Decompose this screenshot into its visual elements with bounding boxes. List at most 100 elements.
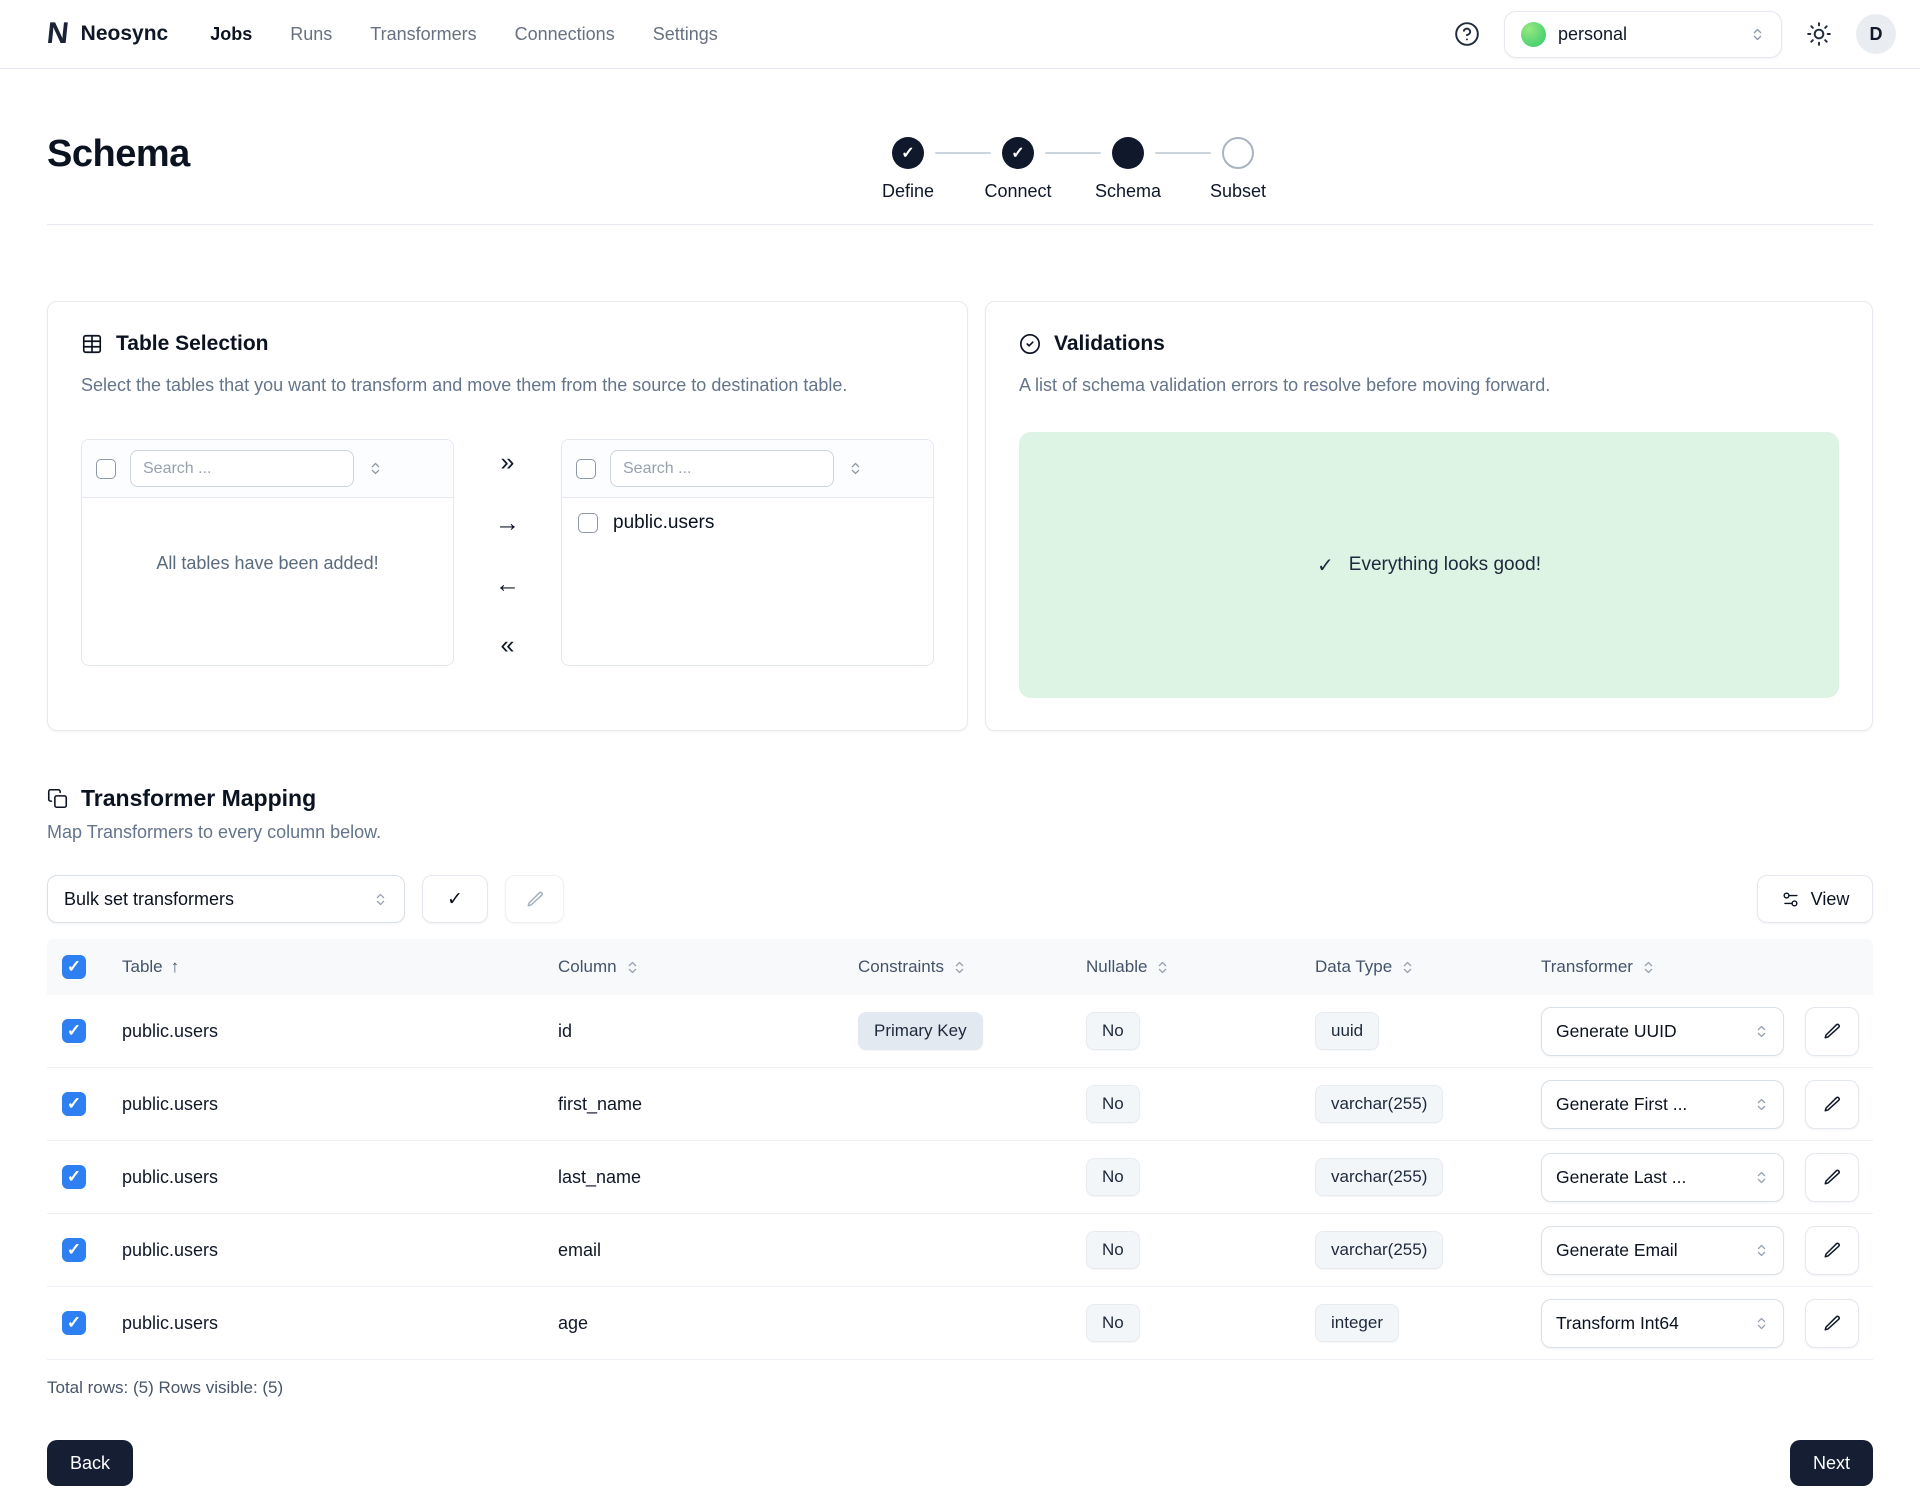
card-description: A list of schema validation errors to re… bbox=[1019, 372, 1839, 399]
nav-item-connections[interactable]: Connections bbox=[515, 24, 615, 45]
edit-transformer-button[interactable] bbox=[1805, 1226, 1859, 1275]
theme-toggle-sun-icon[interactable] bbox=[1806, 21, 1832, 47]
sort-toggle-icon bbox=[1155, 960, 1170, 975]
job-stepper: Define Connect Schema Subset bbox=[892, 137, 1254, 202]
view-button[interactable]: View bbox=[1757, 875, 1873, 923]
account-label: personal bbox=[1558, 24, 1738, 45]
destination-search-input[interactable] bbox=[610, 450, 834, 487]
card-title: Validations bbox=[1054, 332, 1165, 356]
step-current-icon bbox=[1112, 137, 1144, 169]
pencil-icon bbox=[1823, 1022, 1841, 1040]
brand: N Neosync bbox=[47, 19, 168, 49]
account-selector[interactable]: personal bbox=[1504, 11, 1782, 58]
sort-icon[interactable] bbox=[848, 461, 863, 476]
chevrons-up-down-icon bbox=[1750, 27, 1765, 42]
top-navigation-bar: N Neosync Jobs Runs Transformers Connect… bbox=[0, 0, 1920, 69]
help-icon[interactable] bbox=[1454, 21, 1480, 47]
source-search-input[interactable] bbox=[130, 450, 354, 487]
step-define[interactable]: Define bbox=[892, 137, 924, 202]
chevrons-up-down-icon bbox=[1754, 1097, 1769, 1112]
chevrons-up-down-icon bbox=[1754, 1024, 1769, 1039]
edit-transformer-button[interactable] bbox=[1805, 1153, 1859, 1202]
table-header-row: Table ↑ Column Constraints Nullable Data… bbox=[47, 939, 1873, 995]
next-button[interactable]: Next bbox=[1790, 1440, 1873, 1486]
item-checkbox[interactable] bbox=[578, 513, 598, 533]
bulk-apply-button[interactable]: ✓ bbox=[422, 875, 488, 923]
move-all-right-button[interactable]: » bbox=[501, 445, 515, 479]
row-checkbox[interactable] bbox=[62, 1019, 86, 1043]
transformer-select[interactable]: Generate First ... bbox=[1541, 1080, 1784, 1129]
column-header-table[interactable]: Table ↑ bbox=[109, 957, 545, 977]
edit-transformer-button[interactable] bbox=[1805, 1007, 1859, 1056]
bulk-set-transformers-select[interactable]: Bulk set transformers bbox=[47, 875, 405, 923]
sort-icon[interactable] bbox=[368, 461, 383, 476]
cell-table: public.users bbox=[122, 1240, 218, 1261]
section-title: Transformer Mapping bbox=[81, 785, 316, 812]
step-complete-icon bbox=[892, 137, 924, 169]
section-subtitle: Map Transformers to every column below. bbox=[47, 822, 1873, 843]
column-header-constraints[interactable]: Constraints bbox=[845, 957, 1073, 977]
move-right-button[interactable]: → bbox=[495, 506, 520, 540]
move-all-left-button[interactable]: « bbox=[501, 628, 515, 662]
sliders-icon bbox=[1781, 890, 1800, 909]
nullable-badge: No bbox=[1086, 1012, 1140, 1050]
column-header-nullable[interactable]: Nullable bbox=[1073, 957, 1302, 977]
card-title: Table Selection bbox=[116, 332, 269, 356]
nullable-badge: No bbox=[1086, 1158, 1140, 1196]
transformer-select[interactable]: Generate Email bbox=[1541, 1226, 1784, 1275]
nav-item-runs[interactable]: Runs bbox=[290, 24, 332, 45]
cell-table: public.users bbox=[122, 1094, 218, 1115]
pencil-icon bbox=[1823, 1095, 1841, 1113]
select-all-destination-checkbox[interactable] bbox=[576, 459, 596, 479]
select-all-source-checkbox[interactable] bbox=[96, 459, 116, 479]
table-row: public.users age No integer Transform In… bbox=[47, 1287, 1873, 1360]
datatype-badge: varchar(255) bbox=[1315, 1231, 1443, 1269]
transformer-mapping-table: Table ↑ Column Constraints Nullable Data… bbox=[47, 939, 1873, 1360]
check-icon: ✓ bbox=[1317, 553, 1334, 578]
cell-table: public.users bbox=[122, 1313, 218, 1334]
back-button[interactable]: Back bbox=[47, 1440, 133, 1486]
table-icon bbox=[81, 333, 103, 355]
cell-column: email bbox=[558, 1240, 601, 1261]
chevrons-up-down-icon bbox=[1754, 1243, 1769, 1258]
row-checkbox[interactable] bbox=[62, 1311, 86, 1335]
select-all-rows-checkbox[interactable] bbox=[62, 955, 86, 979]
step-connect[interactable]: Connect bbox=[1002, 137, 1034, 202]
step-subset[interactable]: Subset bbox=[1222, 137, 1254, 202]
row-checkbox[interactable] bbox=[62, 1165, 86, 1189]
transformer-select[interactable]: Transform Int64 bbox=[1541, 1299, 1784, 1348]
pencil-icon bbox=[1823, 1168, 1841, 1186]
nav-item-transformers[interactable]: Transformers bbox=[370, 24, 476, 45]
page-header: Schema Define Connect Schema bbox=[47, 69, 1873, 224]
chevrons-up-down-icon bbox=[1754, 1170, 1769, 1185]
cell-column: first_name bbox=[558, 1094, 642, 1115]
edit-transformer-button[interactable] bbox=[1805, 1080, 1859, 1129]
datatype-badge: integer bbox=[1315, 1304, 1399, 1342]
table-row: public.users last_name No varchar(255) G… bbox=[47, 1141, 1873, 1214]
table-row: public.users email No varchar(255) Gener… bbox=[47, 1214, 1873, 1287]
transformer-select[interactable]: Generate UUID bbox=[1541, 1007, 1784, 1056]
row-checkbox[interactable] bbox=[62, 1092, 86, 1116]
header-divider bbox=[47, 224, 1873, 225]
step-schema[interactable]: Schema bbox=[1112, 137, 1144, 202]
neosync-logo-icon: N bbox=[45, 19, 70, 49]
source-empty-message: All tables have been added! bbox=[82, 498, 453, 574]
nullable-badge: No bbox=[1086, 1231, 1140, 1269]
bulk-edit-button[interactable] bbox=[505, 875, 564, 923]
column-header-transformer[interactable]: Transformer bbox=[1528, 957, 1873, 977]
nav-item-settings[interactable]: Settings bbox=[653, 24, 718, 45]
nav-item-jobs[interactable]: Jobs bbox=[210, 24, 252, 45]
datatype-badge: varchar(255) bbox=[1315, 1085, 1443, 1123]
column-header-datatype[interactable]: Data Type bbox=[1302, 957, 1528, 977]
move-left-button[interactable]: ← bbox=[495, 567, 520, 601]
column-header-column[interactable]: Column bbox=[545, 957, 845, 977]
user-avatar[interactable]: D bbox=[1856, 14, 1896, 54]
transformer-select[interactable]: Generate Last ... bbox=[1541, 1153, 1784, 1202]
row-checkbox[interactable] bbox=[62, 1238, 86, 1262]
transformer-mapping-section: Transformer Mapping Map Transformers to … bbox=[47, 785, 1873, 843]
mapping-icon bbox=[47, 788, 68, 809]
edit-transformer-button[interactable] bbox=[1805, 1299, 1859, 1348]
step-connector bbox=[1045, 152, 1101, 154]
list-item[interactable]: public.users bbox=[562, 498, 933, 548]
step-complete-icon bbox=[1002, 137, 1034, 169]
